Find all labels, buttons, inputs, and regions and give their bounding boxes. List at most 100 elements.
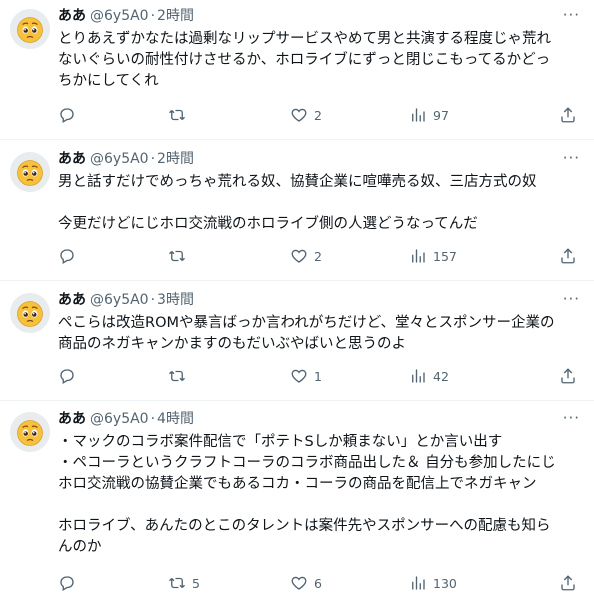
- timestamp[interactable]: 2時間: [157, 8, 194, 24]
- handle[interactable]: @6y5A0: [90, 292, 149, 308]
- tweet-text-line: 商品のネガキャンかますのもだいぶやばいと思うのよ: [58, 336, 406, 352]
- like-count: 2: [314, 248, 322, 264]
- views-button[interactable]: 97: [409, 105, 449, 125]
- share-button[interactable]: [559, 246, 577, 266]
- reply-button[interactable]: [58, 573, 82, 593]
- tweet-header: ああ @6y5A0 · 2時間: [58, 7, 194, 25]
- timestamp[interactable]: 2時間: [157, 151, 194, 167]
- reply-button[interactable]: [58, 246, 82, 266]
- more-options-button[interactable]: ···: [563, 149, 580, 167]
- tweet-text: 男と話すだけでめっちゃ荒れる奴、協賛企業に喧嘩売る奴、三店方式の奴 今更だけどにじ…: [58, 172, 578, 235]
- like-count: 6: [314, 575, 322, 591]
- retweet-count: 5: [192, 575, 200, 591]
- share-icon: [559, 247, 577, 265]
- tweet-text-line: ないぐらいの耐性付けさせるか、ホロライブにずっと閉じこもってるかどっ: [58, 52, 551, 68]
- like-button[interactable]: 1: [290, 366, 322, 386]
- like-button[interactable]: 2: [290, 105, 322, 125]
- more-options-button[interactable]: ···: [563, 6, 580, 24]
- display-name[interactable]: ああ: [58, 8, 86, 24]
- tweet[interactable]: ああ @6y5A0 · 2時間 ··· 男と話すだけでめっちゃ荒れる奴、協賛企業に喧嘩売る…: [0, 140, 594, 281]
- reply-icon: [58, 574, 76, 592]
- views-count: 97: [433, 107, 449, 123]
- share-button[interactable]: [559, 573, 577, 593]
- views-count: 157: [433, 248, 457, 264]
- views-icon: [409, 574, 427, 592]
- more-options-button[interactable]: ···: [563, 290, 580, 308]
- like-icon: [290, 247, 308, 265]
- reply-icon: [58, 247, 76, 265]
- avatar[interactable]: [10, 152, 50, 192]
- like-button[interactable]: 6: [290, 573, 322, 593]
- share-icon: [559, 367, 577, 385]
- separator: ·: [150, 8, 156, 24]
- share-button[interactable]: [559, 366, 577, 386]
- more-options-button[interactable]: ···: [563, 409, 580, 427]
- tweet-text-line: 男と話すだけでめっちゃ荒れる奴、協賛企業に喧嘩売る奴、三店方式の奴: [58, 174, 537, 190]
- like-count: 2: [314, 107, 322, 123]
- tweet-text: とりあえずかなたは過剰なリップサービスやめて男と共演する程度じゃ荒れ ないぐらいの…: [58, 29, 578, 92]
- views-icon: [409, 367, 427, 385]
- retweet-button[interactable]: 5: [168, 573, 200, 593]
- reply-button[interactable]: [58, 105, 82, 125]
- separator: ·: [150, 151, 156, 167]
- avatar[interactable]: [10, 293, 50, 333]
- views-count: 130: [433, 575, 457, 591]
- retweet-icon: [168, 574, 186, 592]
- display-name[interactable]: ああ: [58, 292, 86, 308]
- views-button[interactable]: 130: [409, 573, 457, 593]
- tweet-text-line: 今更だけどにじホロ交流戦のホロライブ側の人選どうなってんだ: [58, 216, 478, 232]
- share-button[interactable]: [559, 105, 577, 125]
- tweet-text-line: とりあえずかなたは過剰なリップサービスやめて男と共演する程度じゃ荒れ: [58, 31, 551, 47]
- tweet-header: ああ @6y5A0 · 3時間: [58, 291, 194, 309]
- handle[interactable]: @6y5A0: [90, 411, 149, 427]
- timeline-feed: ああ @6y5A0 · 2時間 ··· とりあえずかなたは過剰なリップサービスやめて男と共…: [0, 0, 594, 611]
- tweet-header: ああ @6y5A0 · 4時間: [58, 410, 194, 428]
- retweet-button[interactable]: [168, 366, 192, 386]
- display-name[interactable]: ああ: [58, 151, 86, 167]
- tweet[interactable]: ああ @6y5A0 · 4時間 ··· ・マックのコラボ案件配信で「ポテトSしか頼まない」…: [0, 401, 594, 611]
- tweet-text-line: ちかにしてくれ: [58, 73, 159, 89]
- separator: ·: [150, 292, 156, 308]
- display-name[interactable]: ああ: [58, 411, 86, 427]
- views-icon: [409, 106, 427, 124]
- handle[interactable]: @6y5A0: [90, 151, 149, 167]
- tweet[interactable]: ああ @6y5A0 · 2時間 ··· とりあえずかなたは過剰なリップサービスやめて男と共…: [0, 0, 594, 140]
- like-icon: [290, 106, 308, 124]
- retweet-button[interactable]: [168, 105, 192, 125]
- retweet-button[interactable]: [168, 246, 192, 266]
- tweet-text-line: んのか: [58, 539, 102, 555]
- timestamp[interactable]: 3時間: [157, 292, 194, 308]
- handle[interactable]: @6y5A0: [90, 8, 149, 24]
- like-icon: [290, 367, 308, 385]
- tweet-actions: 2 157: [56, 246, 581, 266]
- retweet-icon: [168, 106, 186, 124]
- reply-icon: [58, 106, 76, 124]
- tweet-actions: 2 97: [56, 105, 581, 125]
- tweet-actions: 1 42: [56, 366, 581, 386]
- separator: ·: [150, 411, 156, 427]
- tweet-text-line: ぺこらは改造ROMや暴言ばっか言われがちだけど、堂々とスポンサー企業の: [58, 315, 555, 331]
- tweet-header: ああ @6y5A0 · 2時間: [58, 150, 194, 168]
- avatar[interactable]: [10, 412, 50, 452]
- timestamp[interactable]: 4時間: [157, 411, 194, 427]
- reply-button[interactable]: [58, 366, 82, 386]
- retweet-icon: [168, 367, 186, 385]
- tweet[interactable]: ああ @6y5A0 · 3時間 ··· ぺこらは改造ROMや暴言ばっか言われがちだけど、堂…: [0, 281, 594, 401]
- views-button[interactable]: 157: [409, 246, 457, 266]
- avatar[interactable]: [10, 9, 50, 49]
- tweet-text-line: ・ペコーラというクラフトコーラのコラボ商品出した＆ 自分も参加したにじ: [58, 455, 556, 471]
- tweet-text-line: ホロ交流戦の協賛企業でもあるコカ・コーラの商品を配信上でネガキャン: [58, 476, 537, 492]
- views-icon: [409, 247, 427, 265]
- share-icon: [559, 574, 577, 592]
- tweet-text: ぺこらは改造ROMや暴言ばっか言われがちだけど、堂々とスポンサー企業の 商品のネガ…: [58, 313, 578, 355]
- tweet-text-line: ・マックのコラボ案件配信で「ポテトSしか頼まない」とか言い出す: [58, 434, 503, 450]
- like-icon: [290, 574, 308, 592]
- share-icon: [559, 106, 577, 124]
- like-button[interactable]: 2: [290, 246, 322, 266]
- views-button[interactable]: 42: [409, 366, 449, 386]
- like-count: 1: [314, 368, 322, 384]
- tweet-text-line: ホロライブ、あんたのとこのタレントは案件先やスポンサーへの配慮も知ら: [58, 518, 551, 534]
- tweet-actions: 5 6 130: [56, 573, 581, 593]
